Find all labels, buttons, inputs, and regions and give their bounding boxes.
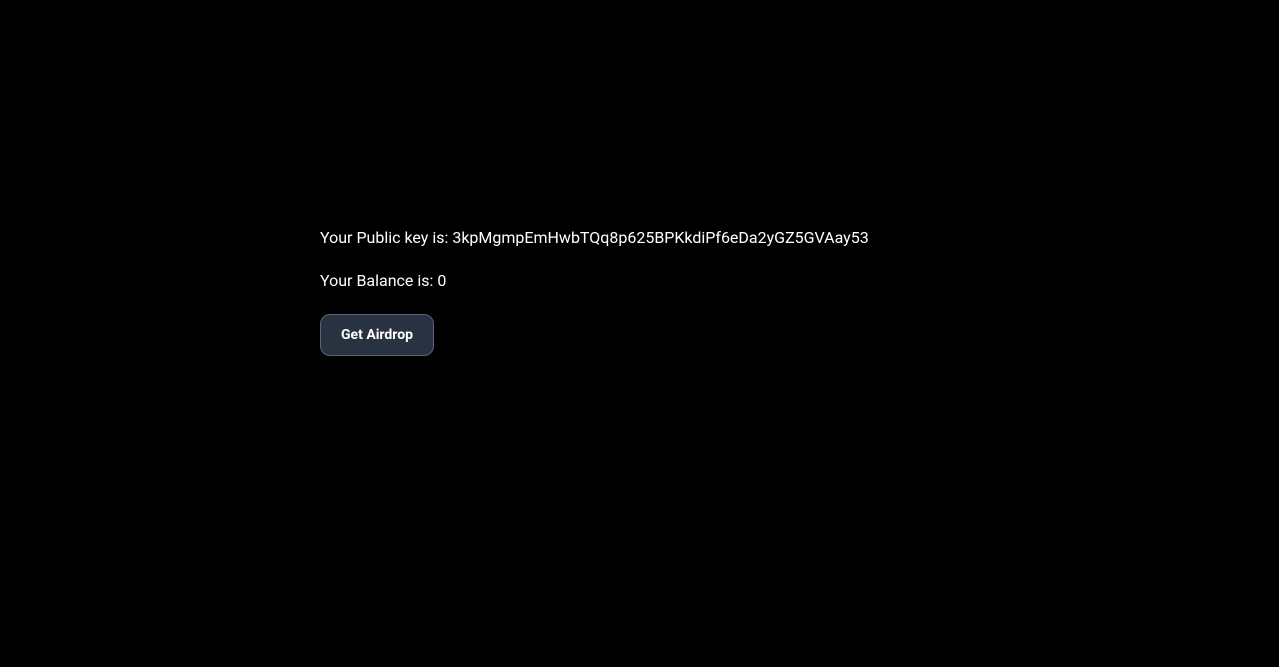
balance-label: Your Balance is: xyxy=(320,271,437,290)
public-key-line: Your Public key is: 3kpMgmpEmHwbTQq8p625… xyxy=(320,228,869,249)
wallet-info-container: Your Public key is: 3kpMgmpEmHwbTQq8p625… xyxy=(320,228,869,356)
public-key-label: Your Public key is: xyxy=(320,228,452,247)
balance-value: 0 xyxy=(437,271,446,290)
public-key-value: 3kpMgmpEmHwbTQq8p625BPKkdiPf6eDa2yGZ5GVA… xyxy=(452,228,868,247)
get-airdrop-button[interactable]: Get Airdrop xyxy=(320,314,434,356)
balance-line: Your Balance is: 0 xyxy=(320,271,869,292)
